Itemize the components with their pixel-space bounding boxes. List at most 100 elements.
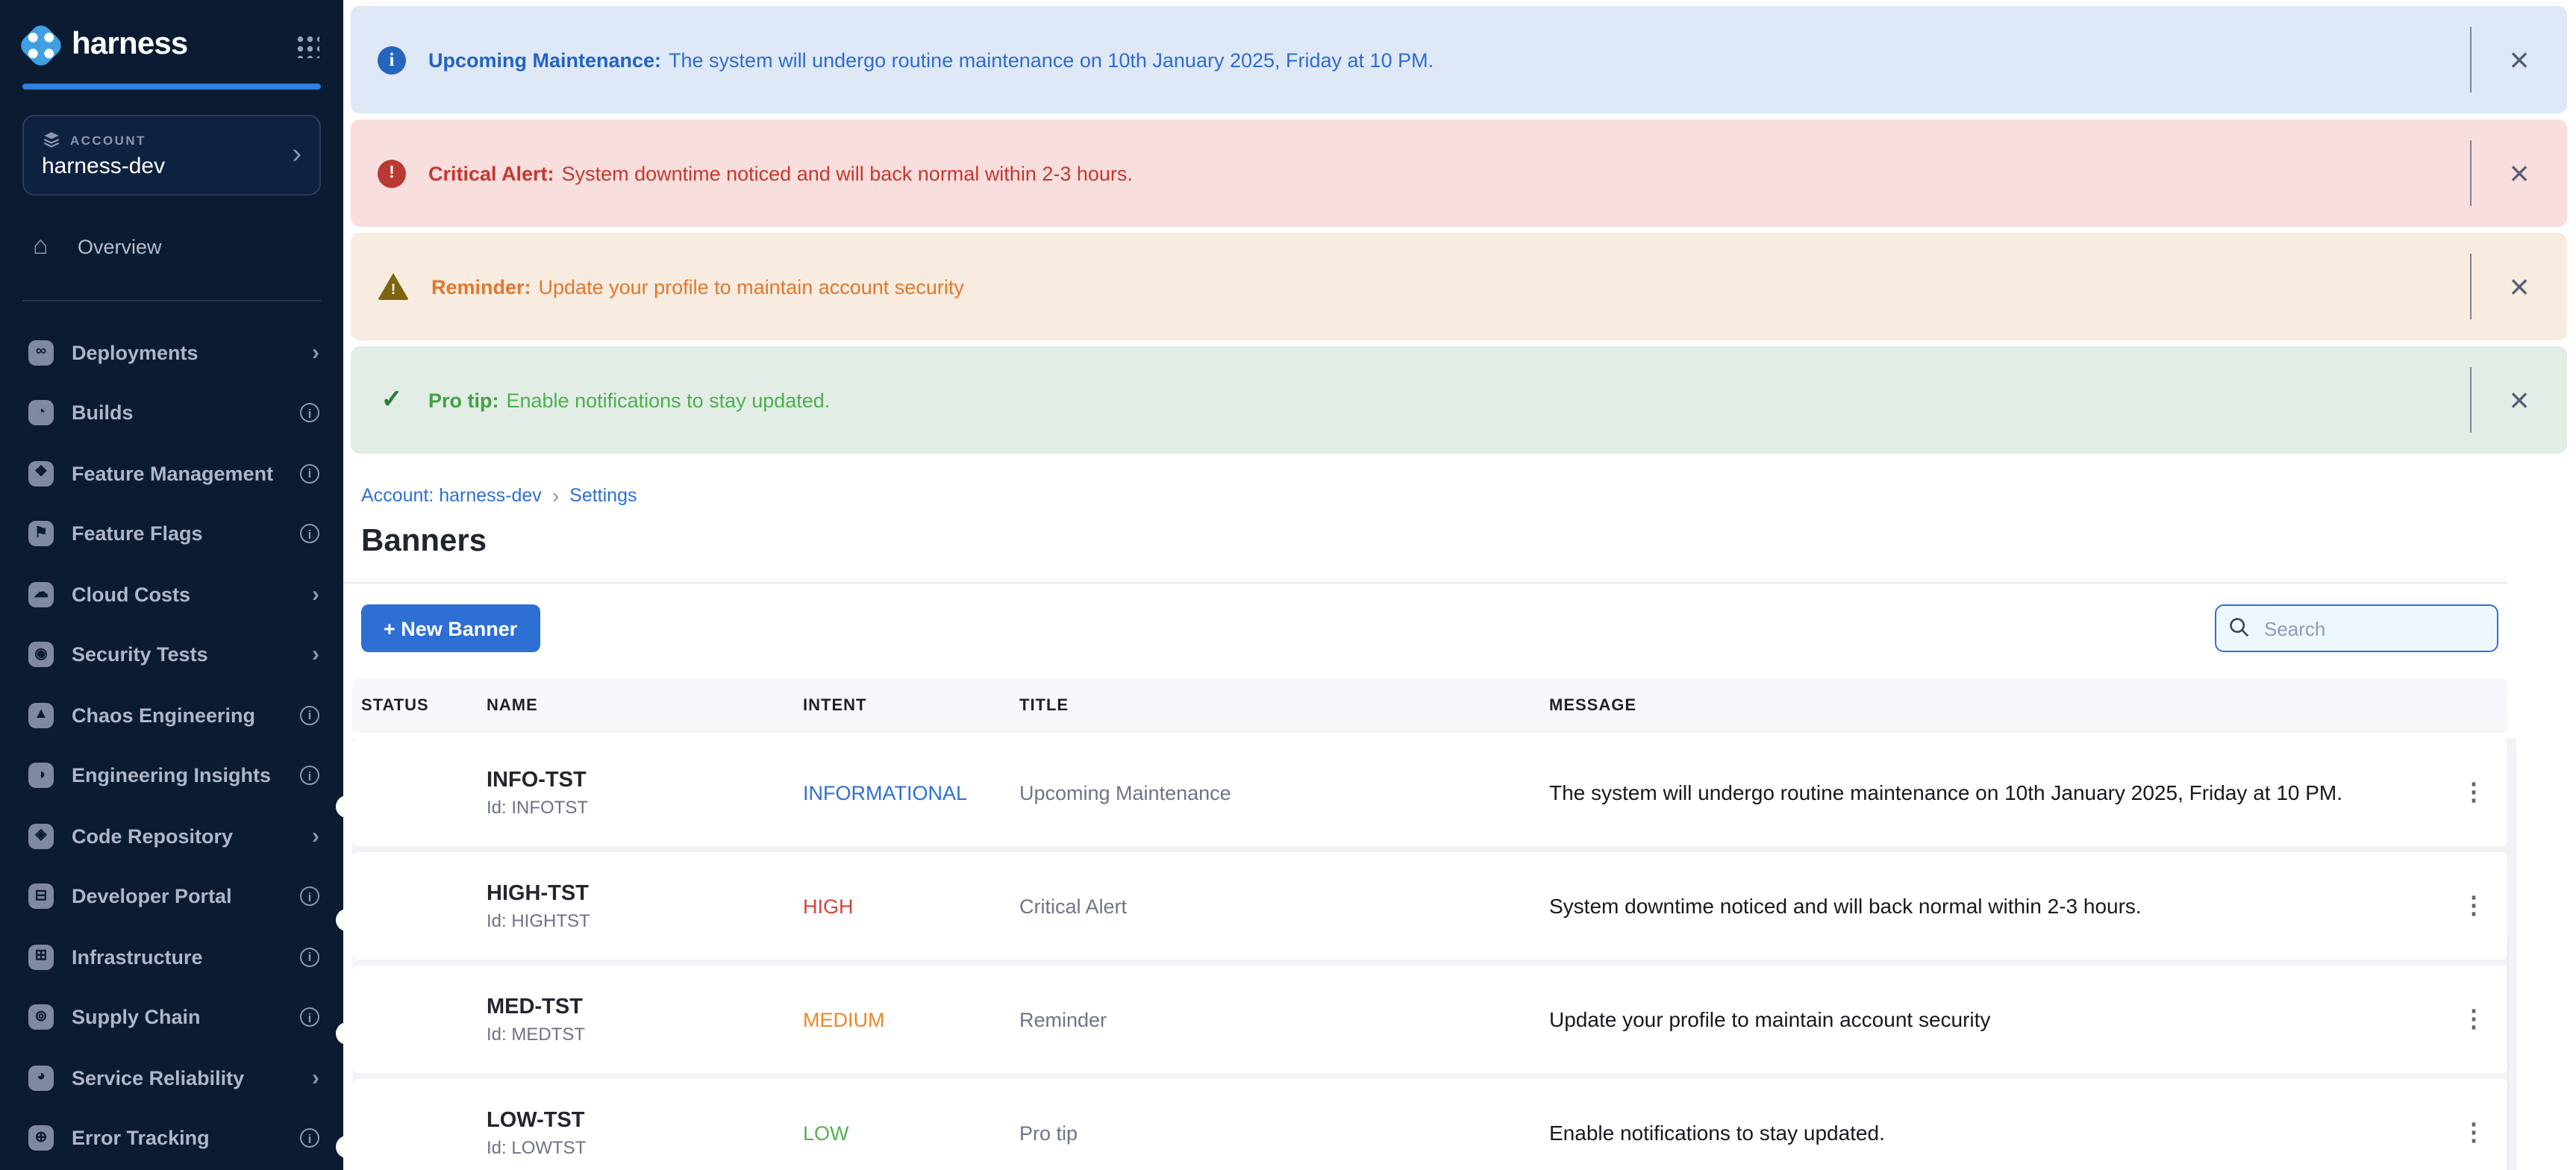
breadcrumb-separator-icon: ›	[552, 484, 559, 507]
title-divider	[343, 582, 2507, 584]
banners-page: Account: harness-dev › Settings Banners …	[343, 484, 2576, 1170]
sidebar-item-label: Feature Flags	[72, 523, 203, 545]
table-row[interactable]: HIGH-TST Id: HIGHTST HIGH Critical Alert…	[352, 852, 2507, 960]
sidebar-item-label: Developer Portal	[72, 886, 232, 908]
banner-message: System downtime noticed and will back no…	[562, 162, 1133, 184]
row-menu-kebab-icon[interactable]: ⋮	[2442, 891, 2507, 921]
close-icon[interactable]: ×	[2492, 33, 2546, 87]
col-header-intent: INTENT	[803, 697, 1019, 715]
banner-title: Pro tip	[1019, 1121, 1549, 1144]
cloud-costs-icon: ☁	[28, 582, 54, 607]
sidebar-item-engineering-insights[interactable]: ◑ Engineering Insights i	[0, 745, 343, 806]
page-title: Banners	[361, 524, 2576, 560]
banner-title: Reminder	[1019, 1008, 1549, 1030]
harness-logo-text[interactable]: harness	[72, 27, 188, 63]
intent-badge: LOW	[803, 1121, 1019, 1144]
col-header-status: STATUS	[361, 697, 487, 715]
sidebar-item-deployments[interactable]: ∞ Deployments ›	[0, 322, 343, 383]
close-icon[interactable]: ×	[2492, 373, 2546, 427]
close-icon[interactable]: ×	[2492, 260, 2546, 313]
sidebar-item-code-repository[interactable]: ◈ Code Repository ›	[0, 806, 343, 866]
table-row[interactable]: MED-TST Id: MEDTST MEDIUM Reminder Updat…	[352, 966, 2507, 1073]
sidebar-item-feature-flags[interactable]: ⚑ Feature Flags i	[0, 504, 343, 564]
banner-name: LOW-TST	[487, 1108, 803, 1132]
service-reliability-icon: ◕	[28, 1066, 54, 1091]
banner-id: Id: MEDTST	[487, 1023, 803, 1044]
info-icon[interactable]: i	[300, 464, 319, 484]
banner-name: MED-TST	[487, 995, 803, 1019]
info-icon[interactable]: i	[300, 948, 319, 967]
sidebar-item-label: Engineering Insights	[72, 765, 271, 787]
sidebar-item-infrastructure[interactable]: ⊞ Infrastructure i	[0, 927, 343, 987]
banner-message: Update your profile to maintain account …	[1549, 1007, 2442, 1031]
info-icon[interactable]: i	[300, 766, 319, 786]
row-menu-kebab-icon[interactable]: ⋮	[2442, 1004, 2507, 1034]
banner-message: Update your profile to maintain account …	[539, 275, 964, 298]
row-menu-kebab-icon[interactable]: ⋮	[2442, 1118, 2507, 1148]
warning-triangle-icon: !	[378, 273, 409, 300]
intent-badge: INFORMATIONAL	[803, 781, 1019, 804]
account-name: harness-dev	[42, 154, 292, 179]
intent-badge: MEDIUM	[803, 1008, 1019, 1030]
sidebar-item-builds[interactable]: ◔ Builds i	[0, 383, 343, 443]
info-icon[interactable]: i	[300, 525, 319, 544]
infrastructure-icon: ⊞	[28, 945, 54, 970]
info-icon[interactable]: i	[300, 1129, 319, 1148]
col-header-message: MESSAGE	[1549, 697, 2442, 715]
alert-circle-icon: !	[378, 159, 406, 187]
sidebar-item-label: Cloud Costs	[72, 584, 190, 606]
sidebar-item-error-tracking[interactable]: ⊕ Error Tracking i	[0, 1108, 343, 1169]
search-input[interactable]	[2215, 604, 2498, 652]
banner-prefix: Critical Alert:	[428, 162, 554, 184]
sidebar-item-overview[interactable]: ⌂ Overview	[0, 216, 343, 276]
sidebar-item-label: Infrastructure	[72, 946, 203, 969]
info-circle-icon: i	[378, 46, 406, 74]
account-label: ACCOUNT	[70, 132, 146, 147]
sidebar-item-label: Error Tracking	[72, 1127, 210, 1150]
sidebar-item-developer-portal[interactable]: ⊟ Developer Portal i	[0, 866, 343, 927]
col-header-name: NAME	[487, 697, 803, 715]
sidebar-item-chaos-engineering[interactable]: ▲ Chaos Engineering i	[0, 685, 343, 745]
new-banner-button[interactable]: + New Banner	[361, 604, 540, 652]
banner-divider	[2469, 254, 2472, 319]
breadcrumb-account-link[interactable]: Account: harness-dev	[361, 485, 542, 506]
info-icon[interactable]: i	[300, 887, 319, 907]
banner-success: ✓ Pro tip:Enable notifications to stay u…	[351, 346, 2567, 454]
chaos-engineering-icon: ▲	[28, 703, 54, 728]
table-row[interactable]: LOW-TST Id: LOWTST LOW Pro tip Enable no…	[352, 1079, 2507, 1170]
account-selector[interactable]: ACCOUNT harness-dev ›	[22, 115, 321, 195]
search-icon	[2228, 616, 2251, 639]
chevron-right-icon: ›	[312, 642, 319, 668]
banner-message: Enable notifications to stay updated.	[507, 389, 831, 411]
app-launcher-grid-icon[interactable]	[294, 32, 319, 57]
chevron-right-icon: ›	[292, 140, 301, 169]
info-icon[interactable]: i	[300, 404, 319, 423]
code-repository-icon: ◈	[28, 824, 54, 849]
content-card-edge	[2507, 937, 2509, 1170]
sidebar-item-cloud-costs[interactable]: ☁ Cloud Costs ›	[0, 564, 343, 625]
breadcrumb-settings-link[interactable]: Settings	[569, 485, 637, 506]
sidebar-item-security-tests[interactable]: ◉ Security Tests ›	[0, 625, 343, 685]
info-icon[interactable]: i	[300, 1008, 319, 1027]
feature-flags-icon: ⚑	[28, 522, 54, 547]
toolbar: + New Banner	[361, 604, 2498, 652]
banner-informational: i Upcoming Maintenance:The system will u…	[351, 6, 2567, 113]
sidebar-item-label: Supply Chain	[72, 1007, 201, 1029]
check-icon: ✓	[378, 386, 406, 414]
chevron-right-icon: ›	[312, 340, 319, 366]
sidebar-item-label: Deployments	[72, 342, 198, 364]
row-menu-kebab-icon[interactable]: ⋮	[2442, 778, 2507, 807]
sidebar-item-label: Service Reliability	[72, 1067, 244, 1089]
banner-divider	[2469, 367, 2472, 433]
harness-logo-icon[interactable]	[16, 20, 65, 69]
sidebar-item-supply-chain[interactable]: ⊚ Supply Chain i	[0, 987, 343, 1048]
table-header: STATUS NAME INTENT TITLE MESSAGE	[352, 679, 2507, 733]
info-icon[interactable]: i	[300, 706, 319, 725]
sidebar-item-service-reliability[interactable]: ◕ Service Reliability ›	[0, 1048, 343, 1108]
table-row[interactable]: INFO-TST Id: INFOTST INFORMATIONAL Upcom…	[352, 739, 2507, 846]
chevron-right-icon: ›	[312, 582, 319, 607]
close-icon[interactable]: ×	[2492, 146, 2546, 200]
sidebar-item-label: Overview	[78, 235, 162, 257]
banner-warning: ! Reminder:Update your profile to mainta…	[351, 233, 2567, 340]
sidebar-item-feature-management[interactable]: ❖ Feature Management i	[0, 443, 343, 504]
